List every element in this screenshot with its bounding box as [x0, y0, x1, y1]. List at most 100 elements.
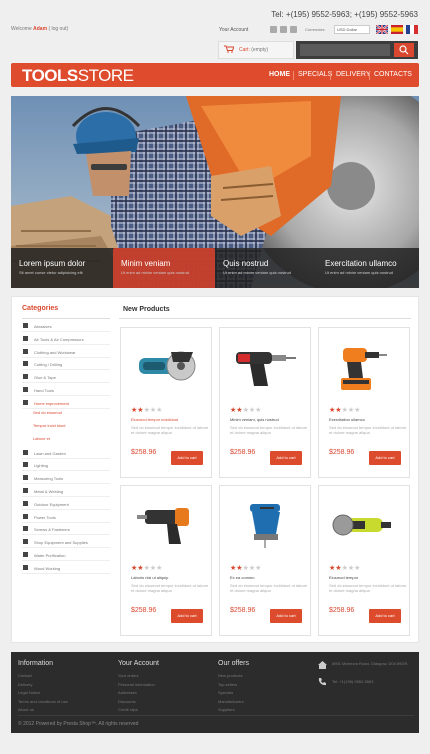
category-label: Air Tools & Air Compressors [34, 336, 84, 342]
phone-number: Tel: +(195) 9552-5963; +(195) 9552-5963 [271, 10, 418, 19]
category-item[interactable]: Cutting / Drilling [22, 358, 110, 371]
cart-icon [224, 45, 234, 53]
product-card[interactable]: ★★★★★ Minim veniam, quis nostrud Sed do ei… [219, 327, 311, 478]
product-card[interactable]: ★★★★★ Eiusmod tempor Sed do eiusmod tempor… [318, 485, 410, 636]
product-image[interactable] [329, 340, 399, 396]
category-item[interactable]: Metal & Welding [22, 485, 110, 497]
product-rating: ★★★★★ [329, 407, 360, 414]
footer-link[interactable]: Addresses [118, 690, 137, 695]
currencies-label: Currencies: [305, 27, 326, 32]
footer-link[interactable]: Top sellers [218, 682, 237, 687]
product-description: Sed do eiusmod tempor incididunt ut labo… [131, 425, 209, 435]
footer-link[interactable]: New products [218, 673, 242, 678]
product-card[interactable]: ★★★★★ Ex ea commo Sed do eiusmod tempor in… [219, 485, 311, 636]
category-item[interactable]: Home improvement [22, 397, 110, 409]
subcategory-3[interactable]: Labore et [33, 436, 50, 441]
category-label: Cutting / Drilling [34, 362, 63, 368]
nav-home[interactable]: HOME [269, 71, 290, 78]
slide-tab-2[interactable]: Minim veniam Ut enim ad minim veniam quis… [113, 248, 215, 288]
search-icon [399, 45, 409, 55]
product-rating: ★★★★★ [230, 407, 261, 414]
logout-link[interactable]: ( log out) [48, 26, 68, 32]
footer-link[interactable]: Delivery [18, 682, 32, 687]
category-item[interactable]: Glue & Tape [22, 371, 110, 384]
product-image[interactable] [230, 498, 300, 554]
product-name[interactable]: Eiusmod tempor [329, 575, 409, 580]
add-to-cart-button[interactable]: Add to cart [369, 609, 401, 623]
category-item[interactable]: Lighting [22, 459, 110, 472]
product-card[interactable]: ★★★★★ Exercitation ullamco Sed do eiusmod … [318, 327, 410, 478]
category-item[interactable]: Lawn and Garden [22, 447, 110, 459]
footer-link[interactable]: Specials [218, 690, 233, 695]
category-item[interactable]: Air Tools & Air Compressors [22, 333, 110, 345]
facebook-icon[interactable] [270, 26, 277, 33]
footer-link[interactable]: About us [18, 707, 34, 712]
twitter-icon[interactable] [280, 26, 287, 33]
product-rating: ★★★★★ [329, 565, 360, 572]
add-to-cart-button[interactable]: Add to cart [270, 451, 302, 465]
product-card[interactable]: ★★★★★ Eiusmod tempor incididunt Sed do eiu… [120, 327, 212, 478]
product-image[interactable] [131, 340, 201, 396]
add-to-cart-button[interactable]: Add to cart [171, 609, 203, 623]
product-name[interactable]: Laboris nisi ut aliquip [131, 575, 211, 580]
bullet-icon [23, 399, 28, 405]
product-name[interactable]: Minim veniam, quis nostrud [230, 417, 310, 422]
footer-link[interactable]: Suppliers [218, 707, 235, 712]
footer-link[interactable]: Your orders [118, 673, 139, 678]
product-description: Sed do eiusmod tempor incididunt ut labo… [230, 583, 308, 593]
add-to-cart-button[interactable]: Add to cart [270, 609, 302, 623]
product-image[interactable] [230, 340, 300, 396]
category-item[interactable]: Abrasives [22, 320, 110, 332]
slide-tab-1[interactable]: Lorem ipsum dolor Sit amet conse ctetur a… [11, 248, 113, 288]
category-item[interactable]: Hand Tools [22, 384, 110, 396]
footer-link[interactable]: Legal Notice [18, 690, 40, 695]
your-account-link[interactable]: Your Account [219, 27, 248, 33]
category-item[interactable]: Clothing and Workwear [22, 346, 110, 358]
slide-tab-4[interactable]: Exercitation ullamco Ut enim ad minim ven… [317, 248, 419, 288]
product-name[interactable]: Eiusmod tempor incididunt [131, 417, 211, 422]
nav-contacts[interactable]: CONTACTS [374, 71, 412, 78]
bullet-icon [23, 564, 28, 570]
footer-link[interactable]: Terms and conditions of use [18, 699, 68, 704]
product-image[interactable] [131, 498, 201, 554]
category-item[interactable]: Screws & Fasteners [22, 523, 110, 536]
category-item[interactable]: Shop Equipment and Supplies [22, 536, 110, 549]
product-price: $258.96 [131, 607, 157, 614]
slide-tab-3[interactable]: Quis nostrud Ut enim ad minim veniam quis… [215, 248, 317, 288]
category-item[interactable]: Power Tools [22, 511, 110, 523]
add-to-cart-button[interactable]: Add to cart [171, 451, 203, 465]
subcategory-1[interactable]: Sed do eiusmod [33, 410, 62, 415]
subcategory-2[interactable]: Tempor incid idunt [33, 423, 65, 428]
phone-icon [318, 678, 326, 686]
uk-flag-icon[interactable] [376, 25, 388, 34]
category-item[interactable]: Outdoor Equipment [22, 498, 110, 510]
footer-link[interactable]: Manufacturers [218, 699, 244, 704]
category-item[interactable]: Water Purification [22, 549, 110, 561]
star-icon: ★ [354, 407, 361, 414]
product-card[interactable]: ★★★★★ Laboris nisi ut aliquip Sed do eiusm… [120, 485, 212, 636]
spain-flag-icon[interactable] [391, 25, 403, 34]
france-flag-icon[interactable] [406, 25, 418, 34]
bullet-icon [23, 449, 28, 455]
currency-select[interactable]: USD Dollar [334, 25, 370, 34]
product-rating: ★★★★★ [131, 565, 162, 572]
add-to-cart-button[interactable]: Add to cart [369, 451, 401, 465]
logo[interactable]: TOOLSSTORE [22, 66, 134, 86]
category-item[interactable]: Wood Working [22, 562, 110, 574]
product-description: Sed do eiusmod tempor incididunt ut labo… [329, 583, 407, 593]
footer-link[interactable]: Personal information [118, 682, 155, 687]
nav-specials[interactable]: SPECIALS [298, 71, 332, 78]
rss-icon[interactable] [290, 26, 297, 33]
nav-delivery[interactable]: DELIVERY [336, 71, 371, 78]
product-image[interactable] [329, 498, 399, 554]
search-button[interactable] [394, 43, 414, 57]
footer-information-title: Information [18, 660, 54, 667]
footer-link[interactable]: Contact [18, 673, 32, 678]
footer-link[interactable]: Credit slips [118, 707, 138, 712]
category-item[interactable]: Measuring Tools [22, 472, 110, 485]
star-icon: ★ [255, 407, 262, 414]
product-name[interactable]: Ex ea commo [230, 575, 310, 580]
product-name[interactable]: Exercitation ullamco [329, 417, 409, 422]
search-input[interactable] [300, 44, 390, 56]
footer-link[interactable]: Discounts [118, 699, 136, 704]
